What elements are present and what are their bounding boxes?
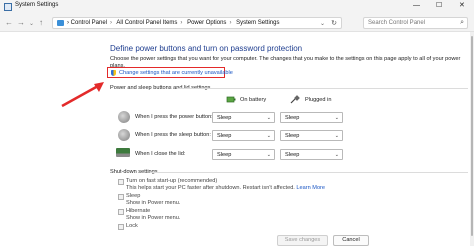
window-title: System Settings: [15, 2, 59, 8]
system-settings-icon: [4, 3, 12, 11]
fast-startup-checkbox[interactable]: [118, 179, 124, 185]
power-button-label: When I press the power button:: [135, 114, 213, 120]
sleep-checkbox[interactable]: [118, 194, 124, 200]
laptop-lid-icon: [116, 148, 130, 157]
close-lid-battery-select[interactable]: Sleep ⌄: [212, 149, 275, 160]
learn-more-link[interactable]: Learn More: [296, 185, 325, 191]
close-lid-plugged-select[interactable]: Sleep ⌄: [280, 149, 343, 160]
divider: [178, 88, 468, 89]
title-bar: System Settings — ☐ ✕: [0, 0, 474, 14]
address-dropdown-icon[interactable]: ⌄: [320, 20, 325, 27]
chevron-down-icon: ⌄: [266, 115, 271, 121]
sleep-button-plugged-select[interactable]: Sleep ⌄: [280, 130, 343, 141]
vertical-scrollbar[interactable]: [470, 32, 474, 246]
cancel-button[interactable]: Cancel: [333, 235, 369, 246]
hibernate-checkbox[interactable]: [118, 209, 124, 215]
close-lid-label: When I close the lid:: [135, 151, 186, 157]
sleep-button-battery-select[interactable]: Sleep ⌄: [212, 130, 275, 141]
on-battery-header: On battery: [240, 97, 267, 103]
address-field[interactable]: › Control Panel › All Control Panel Items…: [52, 17, 342, 29]
hibernate-option-description: Show in Power menu.: [126, 215, 181, 221]
sleep-button-label: When I press the sleep button:: [135, 132, 211, 138]
plugged-in-header: Plugged in: [305, 97, 332, 103]
page-title: Define power buttons and turn on passwor…: [110, 44, 303, 53]
breadcrumb-control-panel[interactable]: Control Panel: [71, 20, 107, 26]
maximize-button[interactable]: ☐: [436, 2, 442, 10]
fast-startup-label: Turn on fast start-up (recommended): [126, 178, 218, 184]
power-button-plugged-select[interactable]: Sleep ⌄: [280, 112, 343, 123]
sleep-button-icon: [118, 129, 130, 141]
divider: [150, 172, 468, 173]
back-arrow-icon[interactable]: ←: [5, 18, 13, 27]
change-settings-link[interactable]: Change settings that are currently unava…: [107, 67, 233, 78]
close-button[interactable]: ✕: [459, 2, 465, 10]
control-panel-icon: [57, 20, 64, 26]
lock-option-label: Lock: [126, 223, 138, 229]
admin-shield-icon: [111, 70, 116, 76]
power-button-battery-select[interactable]: Sleep ⌄: [212, 112, 275, 123]
sleep-option-description: Show in Power menu.: [126, 200, 181, 206]
save-changes-button[interactable]: Save changes: [277, 235, 328, 246]
refresh-icon[interactable]: ↻: [331, 19, 337, 27]
battery-icon: [226, 96, 236, 103]
recent-locations-chevron-icon[interactable]: ⌄: [29, 20, 34, 29]
chevron-down-icon: ⌄: [334, 115, 339, 121]
address-bar: ← → ⌄ ↑ › Control Panel › All Control Pan…: [0, 14, 474, 32]
lock-checkbox[interactable]: [118, 224, 124, 230]
plug-icon: [290, 95, 300, 104]
sleep-option-label: Sleep: [126, 193, 141, 199]
change-settings-link-text[interactable]: Change settings that are currently unava…: [119, 70, 233, 76]
chevron-down-icon: ⌄: [266, 133, 271, 139]
chevron-down-icon: ⌄: [266, 152, 271, 158]
breadcrumb-power-options[interactable]: Power Options: [187, 20, 226, 26]
breadcrumb-all-items[interactable]: All Control Panel Items: [116, 20, 177, 26]
fast-startup-description: This helps start your PC faster after sh…: [126, 185, 326, 191]
search-input[interactable]: Search Control Panel ⌕: [363, 17, 468, 29]
power-button-icon: [118, 111, 130, 123]
content-pane: Define power buttons and turn on passwor…: [0, 32, 474, 246]
breadcrumb: › Control Panel › All Control Panel Items…: [67, 20, 280, 26]
chevron-down-icon: ⌄: [334, 152, 339, 158]
breadcrumb-system-settings[interactable]: System Settings: [236, 20, 279, 26]
annotation-arrow: [61, 82, 104, 108]
chevron-down-icon: ⌄: [334, 133, 339, 139]
minimize-button[interactable]: —: [413, 2, 420, 10]
up-arrow-icon[interactable]: ↑: [39, 18, 43, 27]
hibernate-option-label: Hibernate: [126, 208, 151, 214]
search-placeholder: Search Control Panel: [368, 20, 426, 26]
scrollbar-thumb[interactable]: [471, 36, 473, 236]
search-icon[interactable]: ⌕: [460, 19, 464, 27]
forward-arrow-icon[interactable]: →: [17, 18, 25, 27]
